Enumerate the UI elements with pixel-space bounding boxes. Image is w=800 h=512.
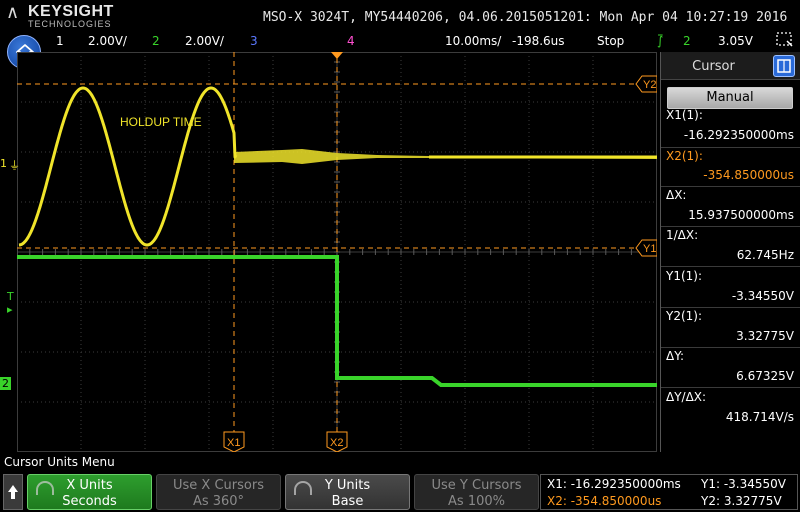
x2-value: -354.850000us xyxy=(703,168,794,182)
x-units-softkey[interactable]: X Units Seconds xyxy=(27,474,152,510)
y-units-softkey[interactable]: Y Units Base xyxy=(285,474,410,510)
channel-1-ground-marker[interactable]: 1 xyxy=(0,157,7,170)
softkey-label: X Units xyxy=(66,478,113,493)
trigger-level-marker[interactable]: T xyxy=(7,290,14,303)
x1-cursor-label: X1 xyxy=(227,437,240,449)
brand-subtitle: TECHNOLOGIES xyxy=(28,19,112,29)
divider xyxy=(661,147,800,148)
trigger-edge-icon: ⨛ xyxy=(657,34,664,48)
channel-1-indicator[interactable]: 1 xyxy=(56,34,64,48)
run-state[interactable]: Stop xyxy=(597,34,624,48)
cursor-readout: X1: -16.292350000ms X2: -354.850000us Y1… xyxy=(540,474,798,510)
x2-cursor-label: X2 xyxy=(330,437,343,449)
channel-2-scale[interactable]: 2.00V/ xyxy=(185,34,224,48)
delta-y-over-delta-x-value: 418.714V/s xyxy=(725,410,794,424)
panel-icon xyxy=(777,59,791,73)
inverse-delta-x-value: 62.745Hz xyxy=(736,248,794,262)
y2-cursor-label: Y2 xyxy=(643,79,656,91)
x1-value: -16.292350000ms xyxy=(683,128,794,142)
holdup-time-annotation: HOLDUP TIME xyxy=(120,115,202,129)
delta-y-value: 6.67325V xyxy=(736,369,794,383)
channel-3-indicator[interactable]: 3 xyxy=(250,34,258,48)
delta-y-over-delta-x-label: ΔY/ΔX: xyxy=(666,390,707,404)
y1-value: -3.34550V xyxy=(731,289,794,303)
use-y-cursors-softkey[interactable]: Use Y Cursors As 100% xyxy=(414,474,539,510)
softkey-label: Y Units xyxy=(324,478,371,493)
oscilloscope-screen: ∧ KEYSIGHT TECHNOLOGIES MSO-X 3024T, MY5… xyxy=(0,0,800,512)
delta-x-label: ΔX: xyxy=(666,188,687,202)
softkey-value: Seconds xyxy=(62,494,117,509)
y2-value: 3.32775V xyxy=(736,329,794,343)
channel-1-trace xyxy=(18,86,238,247)
channel-2-trace xyxy=(17,255,657,387)
trigger-source[interactable]: 2 xyxy=(683,34,691,48)
readout-y2: Y2: 3.32775V xyxy=(701,494,782,508)
trigger-arrow-icon: ▸ xyxy=(7,303,13,316)
divider xyxy=(661,186,800,187)
instrument-title: MSO-X 3024T, MY54440206, 04.06.201505120… xyxy=(263,10,788,25)
divider xyxy=(661,266,800,267)
panel-title: Cursor xyxy=(692,59,735,74)
readout-x2: X2: -354.850000us xyxy=(547,494,662,508)
x2-label: X2(1): xyxy=(666,149,703,163)
up-arrow-icon xyxy=(8,485,18,499)
graticule: HOLDUP TIME Y2 Y1 X1 X2 xyxy=(17,52,657,452)
keysight-logo: ∧ KEYSIGHT TECHNOLOGIES xyxy=(6,2,136,30)
channel-2-indicator[interactable]: 2 xyxy=(152,34,160,48)
divider xyxy=(661,347,800,348)
x1-label: X1(1): xyxy=(666,108,703,122)
readout-x1: X1: -16.292350000ms xyxy=(547,477,681,491)
divider xyxy=(661,307,800,308)
readout-y1: Y1: -3.34550V xyxy=(701,477,786,491)
time-delay[interactable]: -198.6us xyxy=(512,34,565,48)
timebase-scale[interactable]: 10.00ms/ xyxy=(445,34,501,48)
trigger-level[interactable]: 3.05V xyxy=(718,34,753,48)
y1-cursor-label: Y1 xyxy=(643,243,656,255)
status-bar: 1 2.00V/ 2 2.00V/ 3 4 10.00ms/ -198.6us … xyxy=(0,32,800,52)
zoom-select-icon[interactable] xyxy=(776,32,794,51)
softkey-bar: X Units Seconds Use X Cursors As 360° Y … xyxy=(0,472,800,512)
panel-toggle-button[interactable] xyxy=(773,55,795,77)
divider xyxy=(661,387,800,388)
waveform-display[interactable]: HOLDUP TIME Y2 Y1 X1 X2 xyxy=(17,52,657,452)
keysight-wave-icon: ∧ xyxy=(6,2,20,23)
channel-1-scale[interactable]: 2.00V/ xyxy=(88,34,127,48)
cursor-mode-button[interactable]: Manual xyxy=(667,87,793,109)
softkey-value: As 100% xyxy=(448,494,505,509)
menu-back-button[interactable] xyxy=(3,474,23,510)
y2-label: Y2(1): xyxy=(666,309,703,323)
cursor-panel: Cursor Manual X1(1): -16.292350000ms X2(… xyxy=(660,52,800,452)
softkey-value: Base xyxy=(331,494,364,509)
trigger-position-marker xyxy=(331,52,343,59)
inverse-delta-x-label: 1/ΔX: xyxy=(666,228,699,242)
softkey-label: Use Y Cursors xyxy=(431,478,522,493)
title-bar: ∧ KEYSIGHT TECHNOLOGIES MSO-X 3024T, MY5… xyxy=(0,0,800,32)
delta-x-value: 15.937500000ms xyxy=(688,208,794,222)
softkey-value: As 360° xyxy=(192,494,245,509)
delta-y-label: ΔY: xyxy=(666,349,684,363)
ground-icon: ⏚ xyxy=(9,159,20,172)
softkey-label: Use X Cursors xyxy=(173,478,264,493)
divider xyxy=(661,226,800,227)
channel-2-ground-marker[interactable]: 2 xyxy=(0,377,11,390)
menu-title: Cursor Units Menu xyxy=(4,455,115,469)
cursor-panel-header: Cursor xyxy=(661,52,800,80)
use-x-cursors-softkey[interactable]: Use X Cursors As 360° xyxy=(156,474,281,510)
y1-label: Y1(1): xyxy=(666,269,703,283)
channel-4-indicator[interactable]: 4 xyxy=(347,34,355,48)
